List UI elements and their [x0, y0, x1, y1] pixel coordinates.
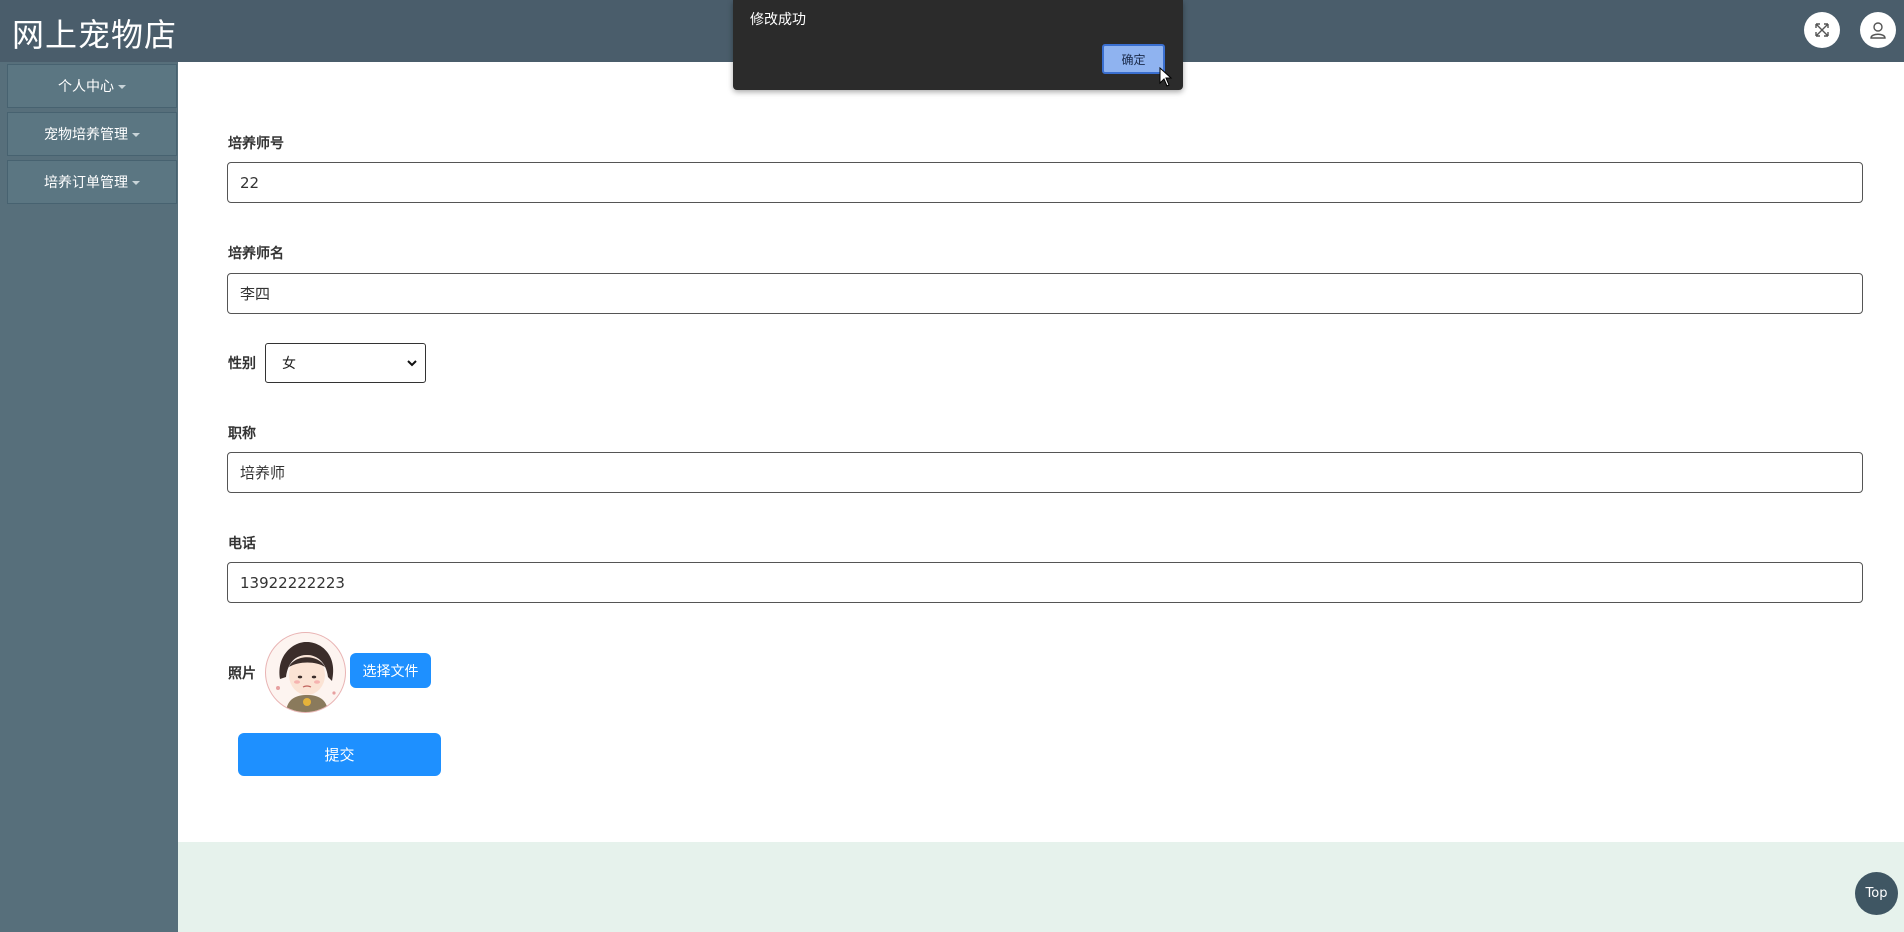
sidebar: 个人中心 宠物培养管理 培养订单管理 [0, 62, 178, 932]
mouse-cursor-icon [1159, 67, 1173, 87]
trainer-name-input[interactable] [227, 273, 1863, 314]
phone-label: 电话 [228, 536, 256, 552]
gender-label: 性别 [228, 356, 256, 372]
avatar [265, 632, 346, 713]
gender-select-value: 女 [282, 356, 296, 372]
trainer-no-label: 培养师号 [228, 136, 284, 152]
avatar-illustration [276, 641, 336, 712]
expand-arrows-icon [1815, 23, 1829, 37]
submit-button[interactable]: 提交 [238, 733, 441, 776]
job-title-input[interactable] [227, 452, 1863, 493]
dialog-ok-button[interactable]: 确定 [1102, 44, 1165, 74]
sidebar-item-pet-training[interactable]: 宠物培养管理 [7, 112, 177, 156]
phone-input[interactable] [227, 562, 1863, 603]
fullscreen-button[interactable] [1804, 12, 1840, 48]
sidebar-item-personal-center[interactable]: 个人中心 [7, 64, 177, 108]
user-menu-button[interactable] [1860, 12, 1896, 48]
chevron-down-icon [407, 360, 417, 367]
job-title-label: 职称 [228, 426, 256, 442]
gender-select[interactable]: 女 [265, 343, 426, 383]
sidebar-item-label: 培养订单管理 [44, 175, 128, 191]
sidebar-item-training-orders[interactable]: 培养订单管理 [7, 160, 177, 204]
back-to-top-button[interactable]: Top [1855, 872, 1898, 915]
alert-dialog: 修改成功 确定 [733, 0, 1183, 90]
choose-file-button[interactable]: 选择文件 [350, 653, 431, 688]
chevron-down-icon [132, 181, 140, 185]
chevron-down-icon [118, 85, 126, 89]
photo-label: 照片 [228, 666, 256, 682]
sidebar-item-label: 宠物培养管理 [44, 127, 128, 143]
app-title: 网上宠物店 [12, 16, 178, 54]
sidebar-item-label: 个人中心 [58, 79, 114, 95]
chevron-down-icon [132, 133, 140, 137]
trainer-name-label: 培养师名 [228, 246, 284, 262]
dialog-message: 修改成功 [750, 12, 806, 28]
trainer-no-input[interactable] [227, 162, 1863, 203]
user-icon [1870, 22, 1886, 39]
